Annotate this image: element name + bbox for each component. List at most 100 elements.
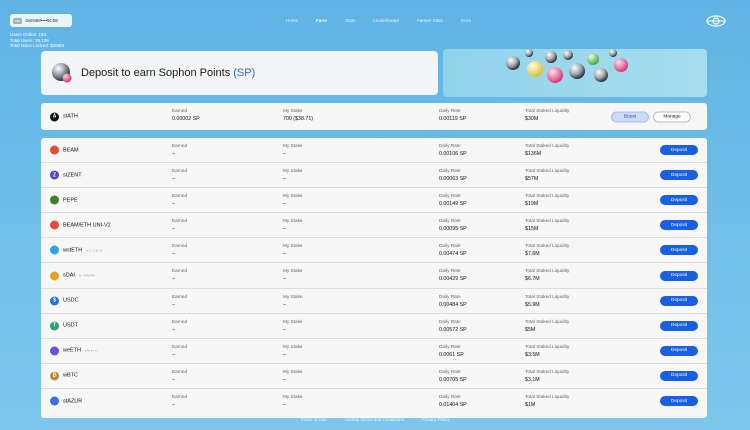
deposit-button[interactable]: Deposit xyxy=(660,245,698,256)
stazur-icon xyxy=(50,396,59,406)
stake-label: My Stake xyxy=(283,108,303,113)
liquidity-value: $5M xyxy=(525,326,536,333)
token: A stATH xyxy=(50,112,78,121)
nav-leaderboard[interactable]: Leaderboard xyxy=(373,18,399,23)
liquidity-col: Total Staked Liquidity $3.1M xyxy=(525,369,569,383)
partner-badge: ether.fi xyxy=(85,348,99,353)
earned-value: – xyxy=(172,226,175,233)
earned-col: Earned – xyxy=(172,243,187,257)
liquidity-label: Total Staked Liquidity xyxy=(525,343,570,349)
sophon-logo-icon[interactable] xyxy=(706,14,726,28)
deposit-button[interactable]: Deposit xyxy=(660,345,698,356)
pool-row: PEPE Earned – My Stake – Daily Rate 0.00… xyxy=(41,188,707,214)
nav-home[interactable]: Home xyxy=(286,18,298,23)
rate-value: 0.00063 SP xyxy=(439,176,467,183)
pool-list: BEAM Earned – My Stake – Daily Rate 0.00… xyxy=(41,138,707,418)
earned-label: Earned xyxy=(172,318,188,324)
stake-value: – xyxy=(283,276,286,283)
stake-label: My Stake xyxy=(283,143,303,148)
deposit-button[interactable]: Deposit xyxy=(660,170,698,181)
stake-col: My Stake – xyxy=(283,319,303,333)
stake-col: My Stake – xyxy=(283,294,303,308)
liquidity-label: Total Staked Liquidity xyxy=(525,318,570,324)
earned-label: Earned xyxy=(172,243,188,249)
stake-col: My Stake – xyxy=(283,168,303,182)
pepe-icon xyxy=(50,195,59,205)
nav-stats[interactable]: Stats xyxy=(345,18,355,23)
rate-col: Daily Rate 0.00474 SP xyxy=(439,243,467,257)
rate-label: Daily Rate xyxy=(439,218,461,224)
manage-button[interactable]: Manage xyxy=(653,111,691,122)
boost-button[interactable]: Boost xyxy=(611,111,649,122)
stake-label: My Stake xyxy=(283,218,303,224)
rate-col: Daily Rate 0.0061 SP xyxy=(439,344,464,358)
token: sDAI ◎ SPARK xyxy=(50,271,96,281)
liquidity-label: Total Staked Liquidity xyxy=(525,268,570,274)
earned-value: – xyxy=(172,276,175,283)
earned-label: Earned xyxy=(172,268,188,274)
deposit-button[interactable]: Deposit xyxy=(660,145,698,156)
rate-col: Daily Rate 0.00119 SP xyxy=(439,108,466,122)
stake-col: My Stake – xyxy=(283,394,303,408)
rate-value: 0.00095 SP xyxy=(439,226,467,233)
deposit-button[interactable]: Deposit xyxy=(660,320,698,331)
hero-title-prefix: Deposit to earn Sophon Points xyxy=(81,67,234,79)
earned-label: Earned xyxy=(172,193,188,199)
usdc-icon: $ xyxy=(50,296,59,306)
terms-of-use-link[interactable]: Terms of Use xyxy=(300,417,327,422)
nav-farmer-stats[interactable]: Farmer Stats xyxy=(417,18,443,23)
stake-col: My Stake – xyxy=(283,268,303,282)
wallet-button[interactable]: sso 0xE969••••9C58 xyxy=(10,14,72,27)
deposit-button[interactable]: Deposit xyxy=(660,396,698,407)
nav-docs[interactable]: Docs xyxy=(461,18,471,23)
token-name: USDC xyxy=(63,297,79,304)
deposit-button[interactable]: Deposit xyxy=(660,295,698,306)
pool-row: Z stZENT Earned – My Stake – Daily Rate … xyxy=(41,163,707,189)
earned-value: – xyxy=(172,301,175,308)
token-name: wstETH xyxy=(63,247,83,254)
liquidity-col: Total Staked Liquidity $5M xyxy=(525,319,569,333)
deposit-button[interactable]: Deposit xyxy=(660,195,698,206)
hero-title: Deposit to earn Sophon Points (SP) xyxy=(81,67,255,79)
liquidity-value: $3.1M xyxy=(525,376,540,383)
liquidity-value: $15M xyxy=(525,226,539,233)
stake-col: My Stake 700 ($38.71) xyxy=(283,108,313,122)
deposit-button[interactable]: Deposit xyxy=(660,370,698,381)
token: PEPE xyxy=(50,195,82,205)
earned-value: 0.00002 SP xyxy=(172,116,200,122)
liquidity-label: Total Staked Liquidity xyxy=(525,108,570,113)
earned-label: Earned xyxy=(172,143,188,148)
liquidity-label: Total Staked Liquidity xyxy=(525,218,570,224)
liquidity-value: $1M xyxy=(525,401,536,408)
stake-label: My Stake xyxy=(283,168,303,174)
stake-value: – xyxy=(283,176,286,183)
token-name: BEAM xyxy=(63,147,79,154)
rate-value: 0.0061 SP xyxy=(439,351,464,358)
token: $ USDC xyxy=(50,296,83,306)
privacy-policy-link[interactable]: Privacy Policy xyxy=(422,417,450,422)
stake-label: My Stake xyxy=(283,193,303,199)
earned-label: Earned xyxy=(172,218,188,224)
liquidity-label: Total Staked Liquidity xyxy=(525,193,570,199)
wallet-tag: sso xyxy=(13,17,23,24)
deposit-button[interactable]: Deposit xyxy=(660,220,698,231)
rate-label: Daily Rate xyxy=(439,293,461,299)
liquidity-col: Total Staked Liquidity $136M xyxy=(525,143,569,157)
liquidity-value: $30M xyxy=(525,116,539,122)
stake-value: – xyxy=(283,201,286,208)
nav-farm[interactable]: Farm xyxy=(316,18,327,23)
rate-col: Daily Rate 0.00572 SP xyxy=(439,319,467,333)
token: weETH ether.fi xyxy=(50,346,99,356)
token: ₿ wBTC xyxy=(50,371,82,381)
staked-pool-row: A stATH Earned 0.00002 SP My Stake 700 (… xyxy=(41,103,707,130)
partner-badge: ◎ SPARK xyxy=(78,273,96,278)
liquidity-value: $3.5M xyxy=(525,351,540,358)
rate-label: Daily Rate xyxy=(439,318,461,324)
earned-label: Earned xyxy=(172,168,188,174)
stake-value: – xyxy=(283,226,286,233)
deposit-button[interactable]: Deposit xyxy=(660,270,698,281)
earned-col: Earned – xyxy=(172,319,187,333)
rate-label: Daily Rate xyxy=(439,368,461,374)
airdrop-terms-link[interactable]: Airdrop Terms and Conditions xyxy=(345,417,404,422)
stake-col: My Stake – xyxy=(283,344,303,358)
